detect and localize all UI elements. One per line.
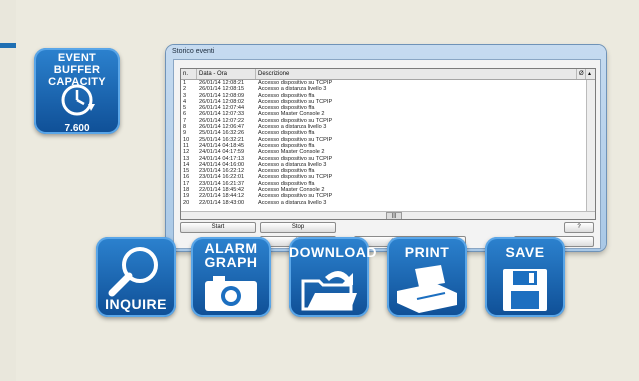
print-tile[interactable]: PRINT xyxy=(387,237,467,317)
event-history-window: Storico eventi n. Data - Ora Descrizione… xyxy=(166,45,606,251)
column-header-number[interactable]: n. xyxy=(181,69,197,79)
camera-icon xyxy=(205,276,257,311)
column-header-extra[interactable]: Ø xyxy=(577,69,586,79)
alarm-graph-line1: ALARM xyxy=(204,240,258,256)
table-row[interactable]: 20 22/01/14 18:43:00 Accesso a distanza li… xyxy=(181,200,586,206)
column-header-description[interactable]: Descrizione xyxy=(256,69,577,79)
folder-arrow-icon xyxy=(301,271,357,311)
capacity-title-line1: EVENT BUFFER xyxy=(53,52,101,76)
event-table: n. Data - Ora Descrizione Ø ▴ 1 26/01/14 … xyxy=(180,68,596,220)
alarm-graph-label: ALARM GRAPH xyxy=(191,241,271,269)
row-description: Accesso a distanza livello 3 xyxy=(258,199,327,206)
magnifier-icon xyxy=(108,247,158,297)
download-label: DOWNLOAD xyxy=(289,244,377,260)
accent-strip xyxy=(0,43,16,48)
window-title: Storico eventi xyxy=(172,48,215,55)
inquire-tile[interactable]: INQUIRE xyxy=(96,237,176,317)
scrollbar-thumb[interactable]: ||| xyxy=(386,212,402,219)
event-buffer-capacity-tile: EVENT BUFFER CAPACITY 7.600 xyxy=(34,48,120,134)
stop-button[interactable]: Stop xyxy=(260,222,336,233)
clock-refresh-icon xyxy=(61,84,95,116)
print-label: PRINT xyxy=(404,244,450,260)
horizontal-scrollbar[interactable]: ||| xyxy=(181,211,595,219)
window-content: n. Data - Ora Descrizione Ø ▴ 1 26/01/14 … xyxy=(173,59,601,249)
floppy-disk-icon xyxy=(503,269,547,311)
save-tile[interactable]: SAVE xyxy=(485,237,565,317)
save-label: SAVE xyxy=(505,244,545,260)
start-button[interactable]: Start xyxy=(180,222,256,233)
alarm-graph-line2: GRAPH xyxy=(204,254,258,270)
download-tile[interactable]: DOWNLOAD xyxy=(289,237,377,317)
alarm-graph-tile[interactable]: ALARM GRAPH xyxy=(191,237,271,317)
table-rows: 1 26/01/14 12:08:21 Accesso dispositivo su… xyxy=(181,80,586,206)
vertical-scrollbar[interactable] xyxy=(586,80,595,211)
column-header-datetime[interactable]: Data - Ora xyxy=(197,69,256,79)
help-button[interactable]: ? xyxy=(564,222,594,233)
table-header: n. Data - Ora Descrizione Ø ▴ xyxy=(181,69,595,80)
scroll-up-arrow-icon[interactable]: ▴ xyxy=(586,69,595,79)
printer-icon xyxy=(397,265,457,313)
inquire-label: INQUIRE xyxy=(105,296,167,312)
row-datetime: 22/01/14 18:43:00 xyxy=(199,199,245,206)
row-number: 20 xyxy=(183,199,190,206)
capacity-value: 7.600 xyxy=(64,123,90,134)
